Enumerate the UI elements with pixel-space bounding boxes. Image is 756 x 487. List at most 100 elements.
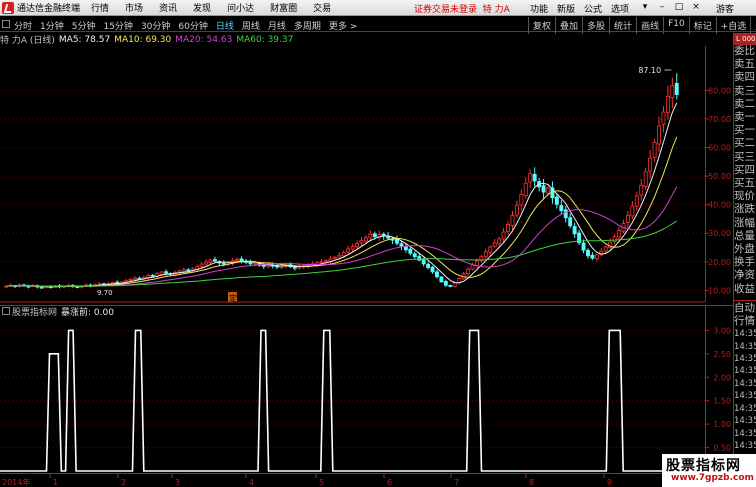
candle-body bbox=[590, 254, 595, 259]
dropdown-button[interactable]: ▾ bbox=[638, 1, 652, 14]
menu-ask[interactable]: 问小达 bbox=[219, 1, 262, 14]
menu-formula[interactable]: 公式 bbox=[584, 2, 602, 15]
guest-user[interactable]: 游客 bbox=[716, 2, 734, 15]
price-tick-label: 30.00 bbox=[708, 229, 731, 238]
candle-body bbox=[372, 233, 377, 238]
price-tick-label: 60.00 bbox=[708, 143, 731, 152]
menu-wealth[interactable]: 财富圈 bbox=[262, 1, 305, 14]
candle-body bbox=[492, 242, 497, 247]
candle-body bbox=[643, 171, 648, 187]
candle-body bbox=[630, 205, 635, 217]
minimize-button[interactable]: – bbox=[655, 1, 669, 14]
quote-label: 现价 bbox=[734, 190, 755, 203]
tick-time: 14:35 bbox=[734, 341, 756, 352]
menu-functions[interactable]: 功能 bbox=[530, 2, 548, 15]
title-right-menu: 功能 新版 公式 选项 bbox=[530, 2, 638, 15]
candle-body bbox=[514, 204, 519, 216]
month-label: 1 bbox=[53, 478, 58, 487]
quote-label: 卖五 bbox=[734, 58, 755, 71]
candlestick-chart[interactable]: 87.10 9.70 定 bbox=[0, 46, 705, 303]
tab-5min[interactable]: 5分钟 bbox=[72, 19, 96, 32]
main-menu: 行情 市场 资讯 发现 问小达 财富圈 交易 bbox=[83, 1, 339, 14]
candle-body bbox=[395, 238, 399, 244]
menu-market[interactable]: 市场 bbox=[117, 1, 151, 14]
tab-60min[interactable]: 60分钟 bbox=[178, 19, 207, 32]
tick-time: 14:35 bbox=[734, 378, 756, 389]
tab-daily[interactable]: 日线 bbox=[216, 19, 234, 32]
candle-body bbox=[559, 205, 564, 212]
tab-30min[interactable]: 30分钟 bbox=[141, 19, 170, 32]
overlay-button[interactable]: 叠加 bbox=[555, 17, 582, 34]
period-tabs: 分时 1分钟 5分钟 15分钟 30分钟 60分钟 日线 周线 月线 多周期 更… bbox=[14, 19, 365, 32]
indicator-chart[interactable]: 0.50 1.00 1.50 2.00 2.50 3.00 bbox=[0, 305, 733, 473]
menu-quotes[interactable]: 行情 bbox=[83, 1, 117, 14]
login-status-stock[interactable]: 证券交易未登录 特 力A bbox=[414, 2, 510, 15]
candle-body bbox=[412, 253, 417, 258]
quote-label: 外盘 bbox=[734, 243, 755, 256]
quote-label: 买五 bbox=[734, 177, 755, 190]
tab-intraday[interactable]: 分时 bbox=[14, 19, 32, 32]
high-price-label: 87.10 bbox=[638, 66, 661, 75]
tab-15min[interactable]: 15分钟 bbox=[103, 19, 132, 32]
menu-new-version[interactable]: 新版 bbox=[557, 2, 575, 15]
candle-body bbox=[661, 111, 666, 125]
tick-time: 14:35 bbox=[734, 329, 756, 340]
candle-body bbox=[501, 231, 506, 240]
candle-body bbox=[421, 259, 426, 265]
tick-time: 14:35 bbox=[734, 428, 756, 439]
menu-news[interactable]: 资讯 bbox=[151, 1, 185, 14]
candle-body bbox=[39, 286, 44, 289]
month-label: 2 bbox=[121, 478, 126, 487]
candle-body bbox=[186, 269, 191, 272]
quote-label: 换手 bbox=[734, 256, 755, 269]
candle-body bbox=[648, 157, 653, 172]
year-label: 2014年 bbox=[2, 477, 30, 487]
ding-marker: 定 bbox=[229, 293, 237, 303]
panel-toggle-icon[interactable] bbox=[2, 20, 10, 28]
tab-weekly[interactable]: 周线 bbox=[242, 19, 260, 32]
multi-stock-button[interactable]: 多股 bbox=[582, 17, 609, 34]
quote-label: 卖三 bbox=[734, 84, 755, 97]
tab-monthly[interactable]: 月线 bbox=[268, 19, 286, 32]
ma20-value: MA20: 54.63 bbox=[175, 34, 233, 45]
close-button[interactable]: × bbox=[689, 1, 703, 14]
tab-1min[interactable]: 1分钟 bbox=[40, 19, 64, 32]
candle-body bbox=[652, 141, 657, 158]
tick-time: 14:35 bbox=[734, 366, 756, 377]
candle-body bbox=[617, 230, 622, 238]
mark-button[interactable]: 标记 bbox=[688, 17, 716, 34]
f10-button[interactable]: F10 bbox=[663, 17, 689, 34]
auto-label[interactable]: 自动 bbox=[734, 302, 756, 315]
candle-body bbox=[483, 251, 488, 258]
draw-line-button[interactable]: 画线 bbox=[636, 17, 663, 34]
indicator-tick-label: 1.50 bbox=[713, 397, 731, 406]
maximize-button[interactable]: □ bbox=[672, 1, 686, 14]
menu-trade[interactable]: 交易 bbox=[305, 1, 339, 14]
candle-body bbox=[403, 246, 408, 251]
candle-body bbox=[204, 261, 209, 265]
indicator-title: 暴涨前: 0.00 bbox=[61, 307, 114, 318]
month-label: 4 bbox=[249, 478, 254, 487]
candle-body bbox=[470, 264, 475, 270]
indicator-toggle-icon[interactable] bbox=[2, 307, 10, 315]
price-tick-label: 80.00 bbox=[708, 86, 731, 95]
candle-body bbox=[563, 209, 568, 219]
period-toolbar: 分时 1分钟 5分钟 15分钟 30分钟 60分钟 日线 周线 月线 多周期 更… bbox=[0, 17, 756, 34]
quote-label: 委比 bbox=[734, 45, 755, 57]
candle-body bbox=[612, 236, 617, 242]
tab-more[interactable]: 更多 > bbox=[329, 19, 357, 32]
candle-body bbox=[439, 276, 444, 283]
month-label: 7 bbox=[454, 478, 459, 487]
indicator-name[interactable]: 股票指标网 bbox=[12, 305, 57, 318]
candle-body bbox=[221, 262, 226, 265]
add-watchlist-button[interactable]: +自选 bbox=[715, 17, 751, 34]
candle-body bbox=[670, 85, 675, 98]
adjust-price-button[interactable]: 复权 bbox=[528, 17, 555, 34]
tab-multi-period[interactable]: 多周期 bbox=[294, 19, 321, 32]
menu-options[interactable]: 选项 bbox=[611, 2, 629, 15]
menu-discover[interactable]: 发现 bbox=[185, 1, 219, 14]
back-button[interactable]: 返回 bbox=[750, 17, 756, 34]
quote-label: 卖一 bbox=[734, 111, 755, 124]
candle-body bbox=[594, 254, 599, 260]
statistics-button[interactable]: 统计 bbox=[609, 17, 636, 34]
